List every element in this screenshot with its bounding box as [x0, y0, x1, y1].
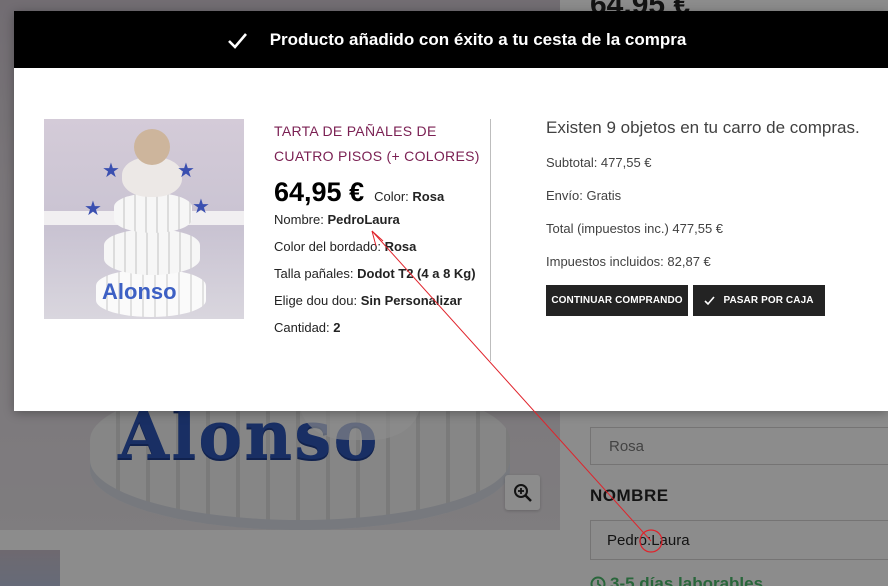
star-icon: ★: [177, 160, 195, 182]
cart-summary: Existen 9 objetos en tu carro de compras…: [546, 117, 886, 316]
cart-taxes: Impuestos incluidos: 82,87 €: [546, 254, 711, 269]
cart-confirmation-modal: Producto añadido con éxito a tu cesta de…: [14, 11, 888, 411]
check-icon: [704, 296, 716, 306]
attribute-value: Rosa: [412, 189, 445, 204]
modal-actions: CONTINUAR COMPRANDO PASAR POR CAJA: [546, 285, 886, 316]
cart-count-text: Existen 9 objetos en tu carro de compras…: [546, 118, 860, 137]
attribute-label: Nombre:: [274, 212, 324, 227]
attribute-label: Color:: [374, 189, 409, 204]
cake-tier-shape: [114, 193, 192, 233]
price-row: 64,95 € Color: Rosa: [274, 177, 484, 208]
attribute-name: Nombre: PedroLaura: [274, 211, 484, 229]
continue-shopping-button[interactable]: CONTINUAR COMPRANDO: [546, 285, 688, 316]
attribute-value: Sin Personalizar: [360, 293, 462, 308]
modal-title: Producto añadido con éxito a tu cesta de…: [269, 29, 687, 49]
modal-divider: [490, 119, 491, 361]
teddy-bear-shape: [134, 129, 170, 165]
attribute-value: 2: [333, 320, 341, 335]
star-icon: ★: [102, 160, 120, 182]
added-product-info: TARTA DE PAÑALES DE CUATRO PISOS (+ COLO…: [274, 119, 484, 337]
attribute-quantity: Cantidad: 2: [274, 319, 484, 337]
check-icon: [227, 32, 247, 49]
product-name: TARTA DE PAÑALES DE CUATRO PISOS (+ COLO…: [274, 123, 480, 164]
cake-tier-shape: [104, 229, 200, 275]
attribute-label: Elige dou dou:: [274, 293, 358, 308]
attribute-color: Color: Rosa: [374, 188, 444, 206]
product-price: 64,95 €: [274, 177, 365, 207]
star-icon: ★: [192, 196, 210, 218]
checkout-button[interactable]: PASAR POR CAJA: [693, 285, 825, 316]
added-product-image: ★ ★ ★ ★ Alonso: [44, 119, 244, 319]
star-icon: ★: [84, 198, 102, 220]
attribute-embroidery-color: Color del bordado: Rosa: [274, 238, 484, 256]
checkout-label: PASAR POR CAJA: [723, 295, 814, 306]
modal-body: ★ ★ ★ ★ Alonso TARTA DE PAÑALES DE CUATR…: [14, 68, 888, 411]
cart-subtotal: Subtotal: 477,55 €: [546, 155, 652, 170]
cake-name-text: Alonso: [102, 279, 177, 304]
attribute-label: Talla pañales:: [274, 266, 354, 281]
attribute-label: Cantidad:: [274, 320, 330, 335]
cart-total: Total (impuestos inc.) 477,55 €: [546, 221, 724, 236]
attribute-list: Nombre: PedroLaura Color del bordado: Ro…: [274, 211, 484, 337]
attribute-value: Rosa: [384, 239, 417, 254]
cart-shipping: Envío: Gratis: [546, 188, 622, 203]
attribute-value: PedroLaura: [327, 212, 400, 227]
attribute-diaper-size: Talla pañales: Dodot T2 (4 a 8 Kg): [274, 265, 484, 283]
attribute-label: Color del bordado:: [274, 239, 381, 254]
attribute-doudou: Elige dou dou: Sin Personalizar: [274, 292, 484, 310]
modal-header: Producto añadido con éxito a tu cesta de…: [14, 11, 888, 68]
attribute-value: Dodot T2 (4 a 8 Kg): [357, 266, 476, 281]
continue-shopping-label: CONTINUAR COMPRANDO: [551, 295, 683, 306]
